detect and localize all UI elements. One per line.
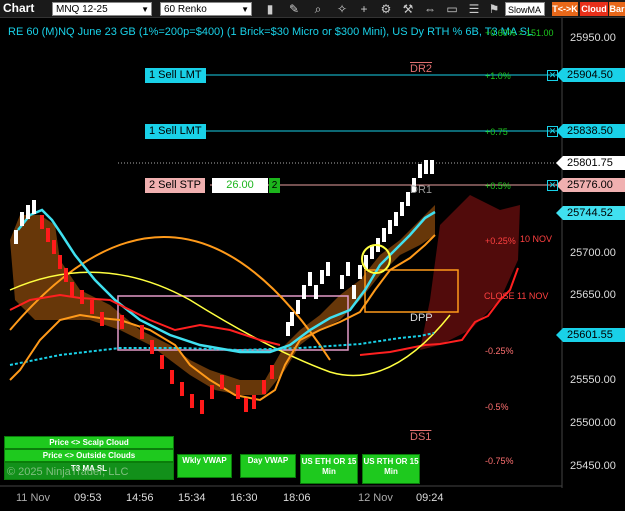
time-tick: 11 Nov bbox=[16, 492, 51, 504]
sell-limit-price-label: 25838.50 bbox=[556, 124, 625, 138]
price-tick: 25550.00 bbox=[570, 374, 616, 386]
ds1-label: DS1 bbox=[410, 431, 432, 443]
ma-price-label: 25744.52 bbox=[556, 206, 625, 220]
tab-icon[interactable]: ▭ bbox=[444, 1, 460, 17]
sell-stop-order[interactable]: 2 Sell STP bbox=[145, 178, 205, 193]
nov10-label: 10 NOV bbox=[520, 234, 553, 244]
wkly-vwap-button[interactable]: Wkly VWAP bbox=[177, 454, 232, 478]
percent-label: +0.5% bbox=[485, 181, 511, 191]
dr2-label: DR2 bbox=[410, 63, 433, 75]
chart-title: Chart bbox=[3, 1, 35, 15]
day-vwap-button[interactable]: Day VWAP bbox=[240, 454, 296, 478]
price-tick: 25500.00 bbox=[570, 417, 616, 429]
instrument-value: MNQ 12-25 bbox=[56, 4, 108, 15]
stop-offset-field[interactable]: 26.00 bbox=[212, 178, 268, 193]
time-tick: 09:53 bbox=[74, 492, 102, 504]
scalp-cloud-button[interactable]: Price <> Scalp Cloud bbox=[4, 436, 174, 449]
price-tick: 25950.00 bbox=[570, 32, 616, 44]
time-tick: 12 Nov bbox=[358, 492, 393, 504]
vwap-price-label: 25601.55 bbox=[556, 328, 625, 342]
chart-toolbar: Chart MNQ 12-25 ▼ 60 Renko ▼ ▮ ✎ ⌕ ✧ + ⚙ ⚒… bbox=[0, 0, 625, 18]
sell-limit-order[interactable]: 1 Sell LMT bbox=[145, 68, 206, 83]
rth-or-button[interactable]: US RTH OR 15 Min bbox=[362, 454, 420, 484]
time-tick: 09:24 bbox=[416, 492, 444, 504]
data-box-icon[interactable]: ☰ bbox=[466, 1, 482, 17]
interval-select[interactable]: 60 Renko ▼ bbox=[160, 2, 252, 16]
bar-chart-icon[interactable]: ▮ bbox=[262, 1, 278, 17]
time-tick: 18:06 bbox=[283, 492, 311, 504]
zoom-icon[interactable]: ⌕ bbox=[310, 1, 326, 17]
brown-cloud bbox=[10, 205, 435, 395]
eth-or-button[interactable]: US ETH OR 15 Min bbox=[300, 454, 358, 484]
crosshair-icon[interactable]: + bbox=[356, 1, 372, 17]
tick-toggle-button[interactable]: T<->K bbox=[552, 2, 578, 16]
close-nov11-label: CLOSE 11 NOV bbox=[484, 291, 549, 301]
percent-label: -0.75% bbox=[485, 456, 514, 466]
close-order-icon[interactable]: ✕ bbox=[547, 70, 558, 81]
percent-label: +1.0% bbox=[485, 71, 511, 81]
interval-value: 60 Renko bbox=[164, 4, 207, 15]
stop-price-label: 25776.00 bbox=[556, 178, 625, 192]
dr1-label: DR1 bbox=[410, 184, 433, 196]
outside-clouds-button[interactable]: Price <> Outside Clouds bbox=[4, 449, 174, 462]
close-order-icon[interactable]: ✕ bbox=[547, 126, 558, 137]
indicator-select[interactable]: SlowMA bbox=[505, 2, 545, 16]
bar-button[interactable]: Bar bbox=[609, 2, 625, 16]
percent-label: +0.25% bbox=[485, 236, 516, 246]
chart-header: RE 60 (M)NQ June 23 GB (1%=200p=$400) (1… bbox=[8, 26, 534, 38]
percent-label: +0.60% = 151.00 bbox=[485, 28, 554, 38]
percent-label: +0.75 bbox=[485, 127, 508, 137]
time-tick: 16:30 bbox=[230, 492, 258, 504]
indicators-icon[interactable]: ✧ bbox=[334, 1, 350, 17]
properties-icon[interactable]: ⚒ bbox=[400, 1, 416, 17]
instrument-select[interactable]: MNQ 12-25 ▼ bbox=[52, 2, 152, 16]
copyright-text: © 2025 NinjaTrader, LLC bbox=[7, 466, 129, 478]
sell-limit-order[interactable]: 1 Sell LMT bbox=[145, 124, 206, 139]
cloud-button[interactable]: Cloud bbox=[580, 2, 608, 16]
order-quantity[interactable]: 2 bbox=[269, 178, 280, 193]
last-price-label: 25801.75 bbox=[556, 156, 625, 170]
time-tick: 14:56 bbox=[126, 492, 154, 504]
dpp-label: DPP bbox=[410, 312, 433, 324]
close-order-icon[interactable]: ✕ bbox=[547, 180, 558, 191]
sell-limit-price-label: 25904.50 bbox=[556, 68, 625, 82]
percent-label: -0.25% bbox=[485, 346, 514, 356]
settings-icon[interactable]: ⚑ bbox=[486, 1, 502, 17]
scroll-icon[interactable]: ⇔ bbox=[422, 1, 438, 17]
strategies-icon[interactable]: ⚙ bbox=[378, 1, 394, 17]
price-tick: 25700.00 bbox=[570, 247, 616, 259]
draw-tools-icon[interactable]: ✎ bbox=[286, 1, 302, 17]
price-tick: 25650.00 bbox=[570, 289, 616, 301]
price-tick: 25450.00 bbox=[570, 460, 616, 472]
percent-label: -0.5% bbox=[485, 402, 509, 412]
time-tick: 15:34 bbox=[178, 492, 206, 504]
